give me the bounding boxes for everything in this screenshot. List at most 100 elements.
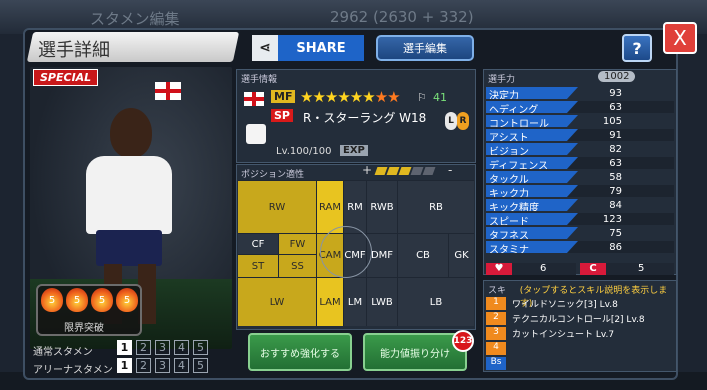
arena-slot[interactable]: 1 <box>117 358 132 373</box>
stat-row: 決定力 93 <box>486 87 674 99</box>
arena-slot[interactable]: 2 <box>136 358 151 373</box>
stat-row: ヘディング 63 <box>486 101 674 113</box>
skill-number: 1 <box>486 297 506 310</box>
stat-label: タックル <box>486 171 578 183</box>
full-stars: ★★★★★★ <box>300 88 376 106</box>
share-button[interactable]: ⋖ SHARE <box>252 35 364 61</box>
arena-slot[interactable]: 5 <box>193 358 208 373</box>
skill-row[interactable]: Bs <box>486 357 674 370</box>
stat-value: 123 <box>602 213 622 225</box>
player-shorts <box>96 230 162 266</box>
starter-slot[interactable]: 2 <box>136 340 151 355</box>
stat-label: ヘディング <box>486 101 578 113</box>
skill-row[interactable]: 4 <box>486 342 674 355</box>
stat-label: ビジョン <box>486 143 578 155</box>
starter-slot[interactable]: 4 <box>174 340 189 355</box>
skill-number: 2 <box>486 312 506 325</box>
stat-value: 75 <box>609 227 622 239</box>
stat-value: 93 <box>609 87 622 99</box>
close-button[interactable]: X <box>663 22 697 54</box>
starter-slot[interactable]: 5 <box>193 340 208 355</box>
stat-label: キック力 <box>486 185 578 197</box>
heart-stat: ♥ 6 <box>486 263 576 275</box>
skill-row[interactable]: 3 カットインシュート Lv.7 <box>486 327 674 340</box>
stat-row: タックル 58 <box>486 171 674 183</box>
skill-row[interactable]: 1 ワイルドソニック[3] Lv.8 <box>486 297 674 310</box>
pos-fw: FW <box>279 234 316 254</box>
stat-value: 84 <box>609 199 622 211</box>
player-level: Lv.100/100 <box>276 146 332 157</box>
pos-lb: LB <box>398 278 474 326</box>
stat-row: コントロール 105 <box>486 115 674 127</box>
gauge-segment <box>386 167 400 175</box>
pos-lwb: LWB <box>367 278 397 326</box>
stat-total: 1002 <box>598 71 636 82</box>
heart-icon: ♥ <box>486 263 512 275</box>
england-flag-icon <box>155 82 181 100</box>
stat-row: タフネス 75 <box>486 227 674 239</box>
gauge-segment <box>410 167 424 175</box>
stat-value: 63 <box>609 101 622 113</box>
stat-row: アシスト 91 <box>486 129 674 141</box>
right-foot-mark: R <box>457 112 469 130</box>
share-icon: ⋖ <box>252 35 278 61</box>
gauge-segment <box>422 167 436 175</box>
stat-row: キック力 79 <box>486 185 674 197</box>
stat-label: ディフェンス <box>486 157 578 169</box>
skill-number: 4 <box>486 342 506 355</box>
arena-starter-label: アリーナスタメン <box>33 365 113 376</box>
pos-rwb: RWB <box>367 181 397 233</box>
stat-label: スタミナ <box>486 241 578 253</box>
pos-gk: GK <box>449 234 474 277</box>
captain-mark: C <box>580 263 606 275</box>
pos-lm: LM <box>344 278 366 326</box>
stat-label: 決定力 <box>486 87 578 99</box>
player-name: R・スターラング W18 <box>303 111 427 125</box>
pos-st: ST <box>238 255 278 277</box>
share-label: SHARE <box>278 35 364 61</box>
skill-number: Bs <box>486 357 506 370</box>
pos-cb: CB <box>398 234 448 277</box>
help-button[interactable]: ? <box>622 34 652 62</box>
special-badge: SPECIAL <box>33 69 99 86</box>
pos-ram: RAM <box>317 181 343 233</box>
recommend-training-button[interactable]: おすすめ強化する <box>248 333 352 371</box>
stat-label: キック精度 <box>486 199 578 211</box>
normal-starter-slots: 1 2 3 4 5 <box>117 340 208 355</box>
boot-value: 41 <box>433 91 447 104</box>
flame-icon: 5 <box>116 288 138 312</box>
stat-value: 82 <box>609 143 622 155</box>
captain-stat: C 5 <box>580 263 674 275</box>
normal-starter-label: 通常スタメン <box>33 347 93 358</box>
arena-slot[interactable]: 3 <box>155 358 170 373</box>
stat-row: キック精度 84 <box>486 199 674 211</box>
limit-break-label: 限界突破 <box>64 323 104 334</box>
gauge-segment <box>398 167 412 175</box>
gauge-segment <box>374 167 388 175</box>
heart-value: 6 <box>540 263 547 274</box>
flame-icon: 5 <box>66 288 88 312</box>
stat-value: 63 <box>609 157 622 169</box>
rarity-stars: ★★★★★★★★ <box>300 88 401 106</box>
pos-ss: SS <box>279 255 316 277</box>
stat-row: ディフェンス 63 <box>486 157 674 169</box>
starter-slot[interactable]: 1 <box>117 340 132 355</box>
stat-value: 58 <box>609 171 622 183</box>
aptitude-plus: + <box>362 163 373 177</box>
rarity-badge: SP <box>271 109 293 122</box>
skill-number: 3 <box>486 327 506 340</box>
preferred-foot-icon: L R <box>445 110 471 132</box>
player-stats-heading: 選手力 <box>488 75 516 85</box>
arena-slot[interactable]: 4 <box>174 358 189 373</box>
starter-slot[interactable]: 3 <box>155 340 170 355</box>
pos-rb: RB <box>398 181 474 233</box>
pos-lw: LW <box>238 278 316 326</box>
left-foot-mark: L <box>445 112 457 130</box>
skill-row[interactable]: 2 テクニカルコントロール[2] Lv.8 <box>486 312 674 325</box>
stat-label: アシスト <box>486 129 578 141</box>
stat-label: コントロール <box>486 115 578 127</box>
player-head <box>110 108 152 158</box>
edit-player-button[interactable]: 選手編集 <box>376 35 474 61</box>
player-info-heading: 選手情報 <box>241 75 278 85</box>
nationality-flag-icon <box>244 92 264 106</box>
